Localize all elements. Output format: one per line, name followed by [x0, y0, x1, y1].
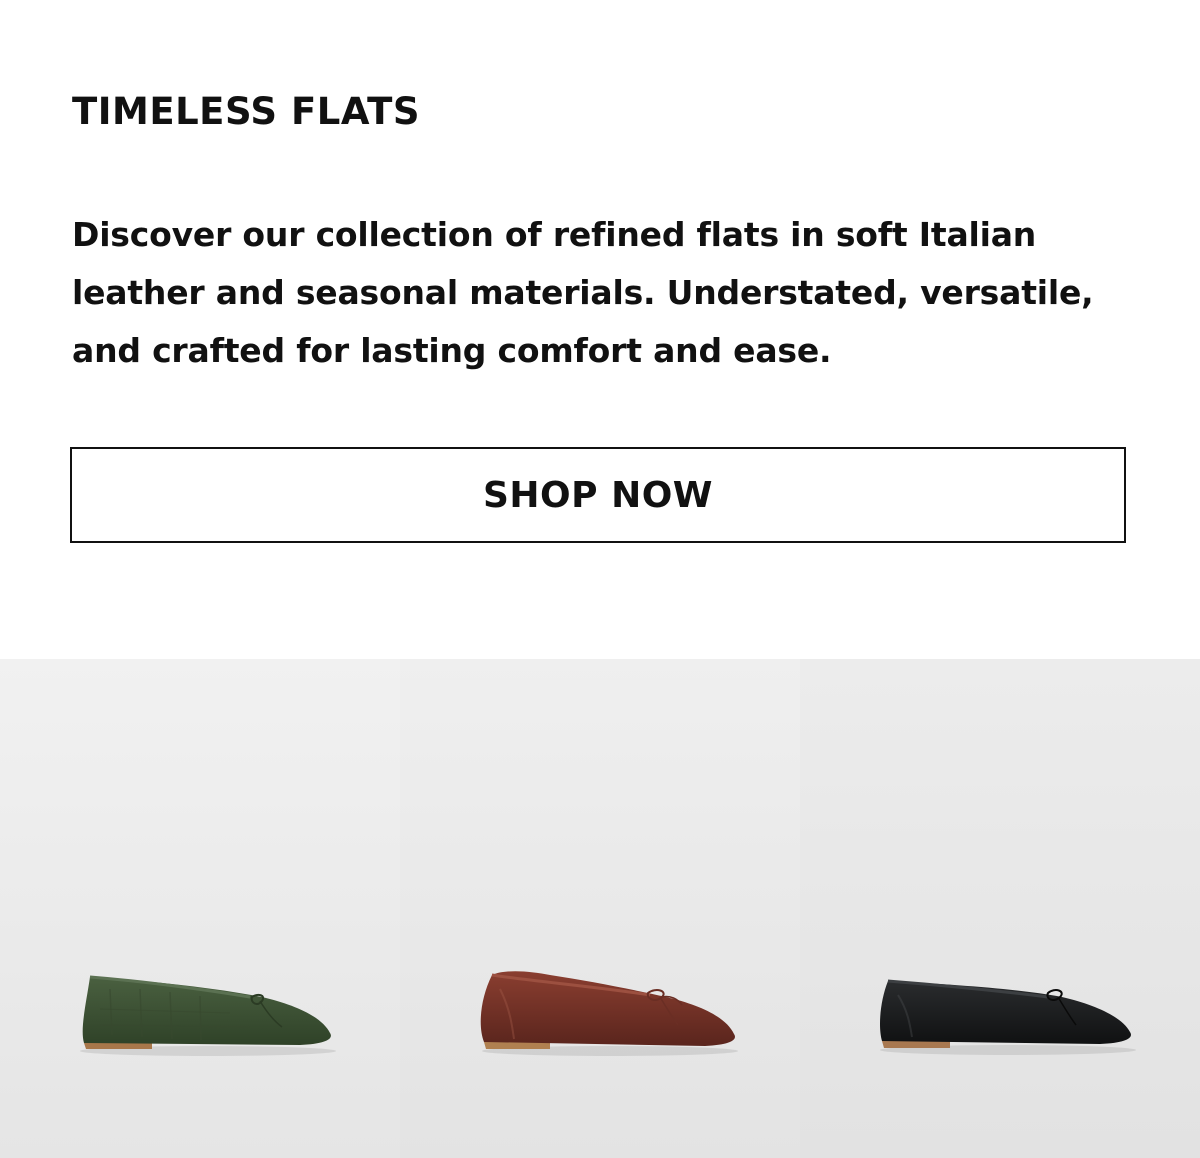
black-ballet-flat-image: [800, 659, 1200, 1158]
section-title: TIMELESS FLATS: [72, 90, 420, 133]
shop-now-button[interactable]: SHOP NOW: [70, 447, 1126, 543]
product-image-row: [0, 659, 1200, 1158]
product-tile-black-flat[interactable]: [800, 659, 1200, 1158]
product-tile-brown-flat[interactable]: [400, 659, 800, 1158]
brown-ballet-flat-image: [400, 659, 800, 1158]
section-description: Discover our collection of refined flats…: [72, 215, 1094, 370]
green-ballet-flat-image: [0, 659, 400, 1158]
hero-section: TIMELESS FLATS Discover our collection o…: [0, 0, 1200, 659]
product-tile-green-flat[interactable]: [0, 659, 400, 1158]
